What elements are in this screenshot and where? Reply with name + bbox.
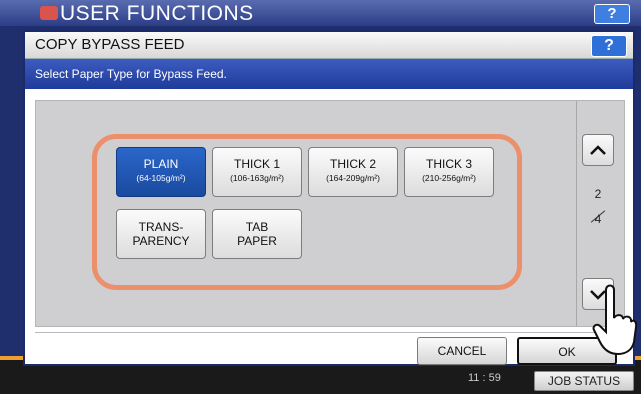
paper-thick2-button[interactable]: THICK 2 (164-209g/m²) xyxy=(308,147,398,197)
chevron-up-icon xyxy=(590,145,606,155)
message-bar: Select Paper Type for Bypass Feed. xyxy=(25,59,633,89)
button-label: THICK 3 xyxy=(425,157,472,171)
total-pages: 4 xyxy=(594,212,602,226)
background-title: USER FUNCTIONS xyxy=(60,2,254,25)
button-range: (210-256g/m²) xyxy=(422,173,476,183)
paper-plain-button[interactable]: PLAIN (64-105g/m²) xyxy=(116,147,206,197)
button-label: TRANS- PARENCY xyxy=(132,220,190,248)
button-label: THICK 2 xyxy=(329,157,376,171)
paper-thick1-button[interactable]: THICK 1 (106-163g/m²) xyxy=(212,147,302,197)
button-range: (164-209g/m²) xyxy=(326,173,380,183)
button-range: (64-105g/m²) xyxy=(136,173,186,183)
paper-tab-paper-button[interactable]: TAB PAPER xyxy=(212,209,302,259)
paper-type-panel: PLAIN (64-105g/m²) THICK 1 (106-163g/m²)… xyxy=(35,100,625,327)
button-label: TAB PAPER xyxy=(237,220,277,248)
instruction-message: Select Paper Type for Bypass Feed. xyxy=(35,67,227,81)
pointing-hand-icon xyxy=(592,284,638,356)
scroll-divider xyxy=(576,101,577,326)
paper-transparency-button[interactable]: TRANS- PARENCY xyxy=(116,209,206,259)
paper-thick3-button[interactable]: THICK 3 (210-256g/m²) xyxy=(404,147,494,197)
action-separator xyxy=(35,332,623,333)
dialog-title: COPY BYPASS FEED xyxy=(35,36,185,53)
copy-bypass-feed-dialog: COPY BYPASS FEED ? Select Paper Type for… xyxy=(23,30,635,366)
clock: 11 : 59 xyxy=(468,372,501,384)
button-label: PLAIN xyxy=(143,157,179,171)
cancel-button[interactable]: CANCEL xyxy=(417,337,507,365)
current-page: 2 xyxy=(594,187,602,201)
help-button[interactable]: ? xyxy=(591,35,627,57)
page-up-button[interactable] xyxy=(582,134,614,166)
job-status-button[interactable]: JOB STATUS xyxy=(534,371,634,391)
user-functions-icon xyxy=(40,6,58,20)
button-range: (106-163g/m²) xyxy=(230,173,284,183)
background-help-button[interactable]: ? xyxy=(594,4,630,24)
dialog-title-bar: COPY BYPASS FEED ? xyxy=(25,32,633,59)
button-label: THICK 1 xyxy=(233,157,280,171)
